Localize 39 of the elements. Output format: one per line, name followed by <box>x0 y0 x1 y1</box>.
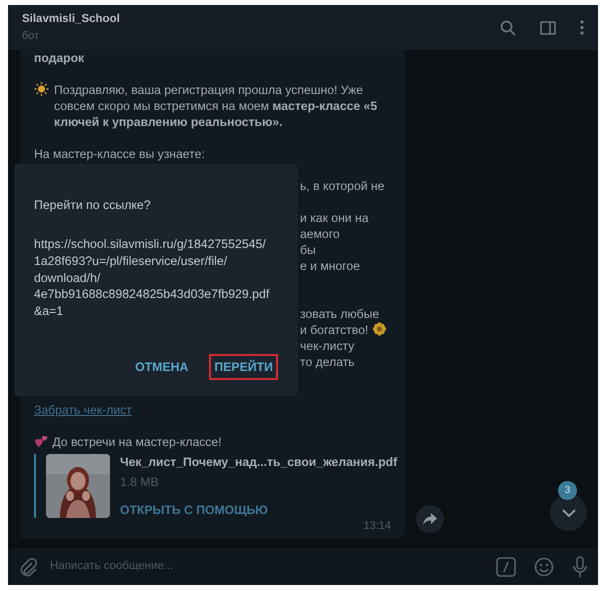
open-with-button[interactable]: ОТКРЫТЬ С ПОМОЩЬЮ <box>120 502 398 518</box>
commands-icon[interactable] <box>496 556 516 576</box>
flower-icon <box>372 322 387 336</box>
emoji-icon[interactable] <box>534 556 554 576</box>
message-text: бы <box>300 243 316 257</box>
hearts-icon <box>34 434 49 448</box>
more-options-icon[interactable] <box>580 20 584 35</box>
chevron-down-icon <box>562 508 576 516</box>
chat-title: Silavmisli_School <box>22 12 121 27</box>
message-text: чек-листу <box>300 339 354 353</box>
dialog-title: Перейти по ссылке? <box>34 197 152 214</box>
message-text: зовать любые <box>300 307 380 321</box>
message-time: 13:14 <box>363 520 391 532</box>
message-text: е и многое <box>300 259 360 273</box>
message-text: Поздравляю, ваша регистрация прошла успешно! Уже совсем скоро мы встретимся на моем мастер-классе «5 ключей к управлению реальностью». <box>54 82 378 130</box>
message-text: и как они на <box>300 211 369 225</box>
forward-icon <box>423 513 437 525</box>
message-text: и богатство! <box>300 323 368 337</box>
message-text: На мастер-классе вы узнаете: <box>34 147 205 161</box>
attach-icon[interactable] <box>18 556 38 576</box>
search-icon[interactable] <box>500 20 516 36</box>
unread-count-badge: 3 <box>558 481 577 500</box>
chat-subtitle: бот <box>22 28 40 44</box>
cancel-button[interactable]: ОТМЕНА <box>130 354 194 380</box>
message-text: подарок <box>34 50 86 66</box>
sun-icon <box>34 82 49 96</box>
message-text: то делать <box>300 355 355 369</box>
message-text: До встречи на мастер-классе! <box>52 435 222 449</box>
file-name: Чек_лист_Почему_над...ть_свои_желания.pdf <box>120 454 398 470</box>
sidebar-toggle-icon[interactable] <box>540 20 556 34</box>
checklist-link[interactable]: Забрать чек-лист <box>34 403 132 417</box>
scroll-down-button[interactable] <box>550 494 587 531</box>
message-text: аемого <box>300 227 340 241</box>
forward-button[interactable] <box>416 505 444 533</box>
message-text: ь, в которой не <box>300 179 384 193</box>
dialog-url: https://school.silavmisli.ru/g/18427552545/1a28f693?u=/pl/fileservice/user/file/download/h/4e7bb91688c89824825b43d03e7fb929.pdf&a=1 <box>34 236 270 320</box>
file-size: 1.8 MB <box>120 474 160 490</box>
microphone-icon[interactable] <box>572 556 588 578</box>
confirm-button[interactable]: ПЕРЕЙТИ <box>209 354 278 380</box>
